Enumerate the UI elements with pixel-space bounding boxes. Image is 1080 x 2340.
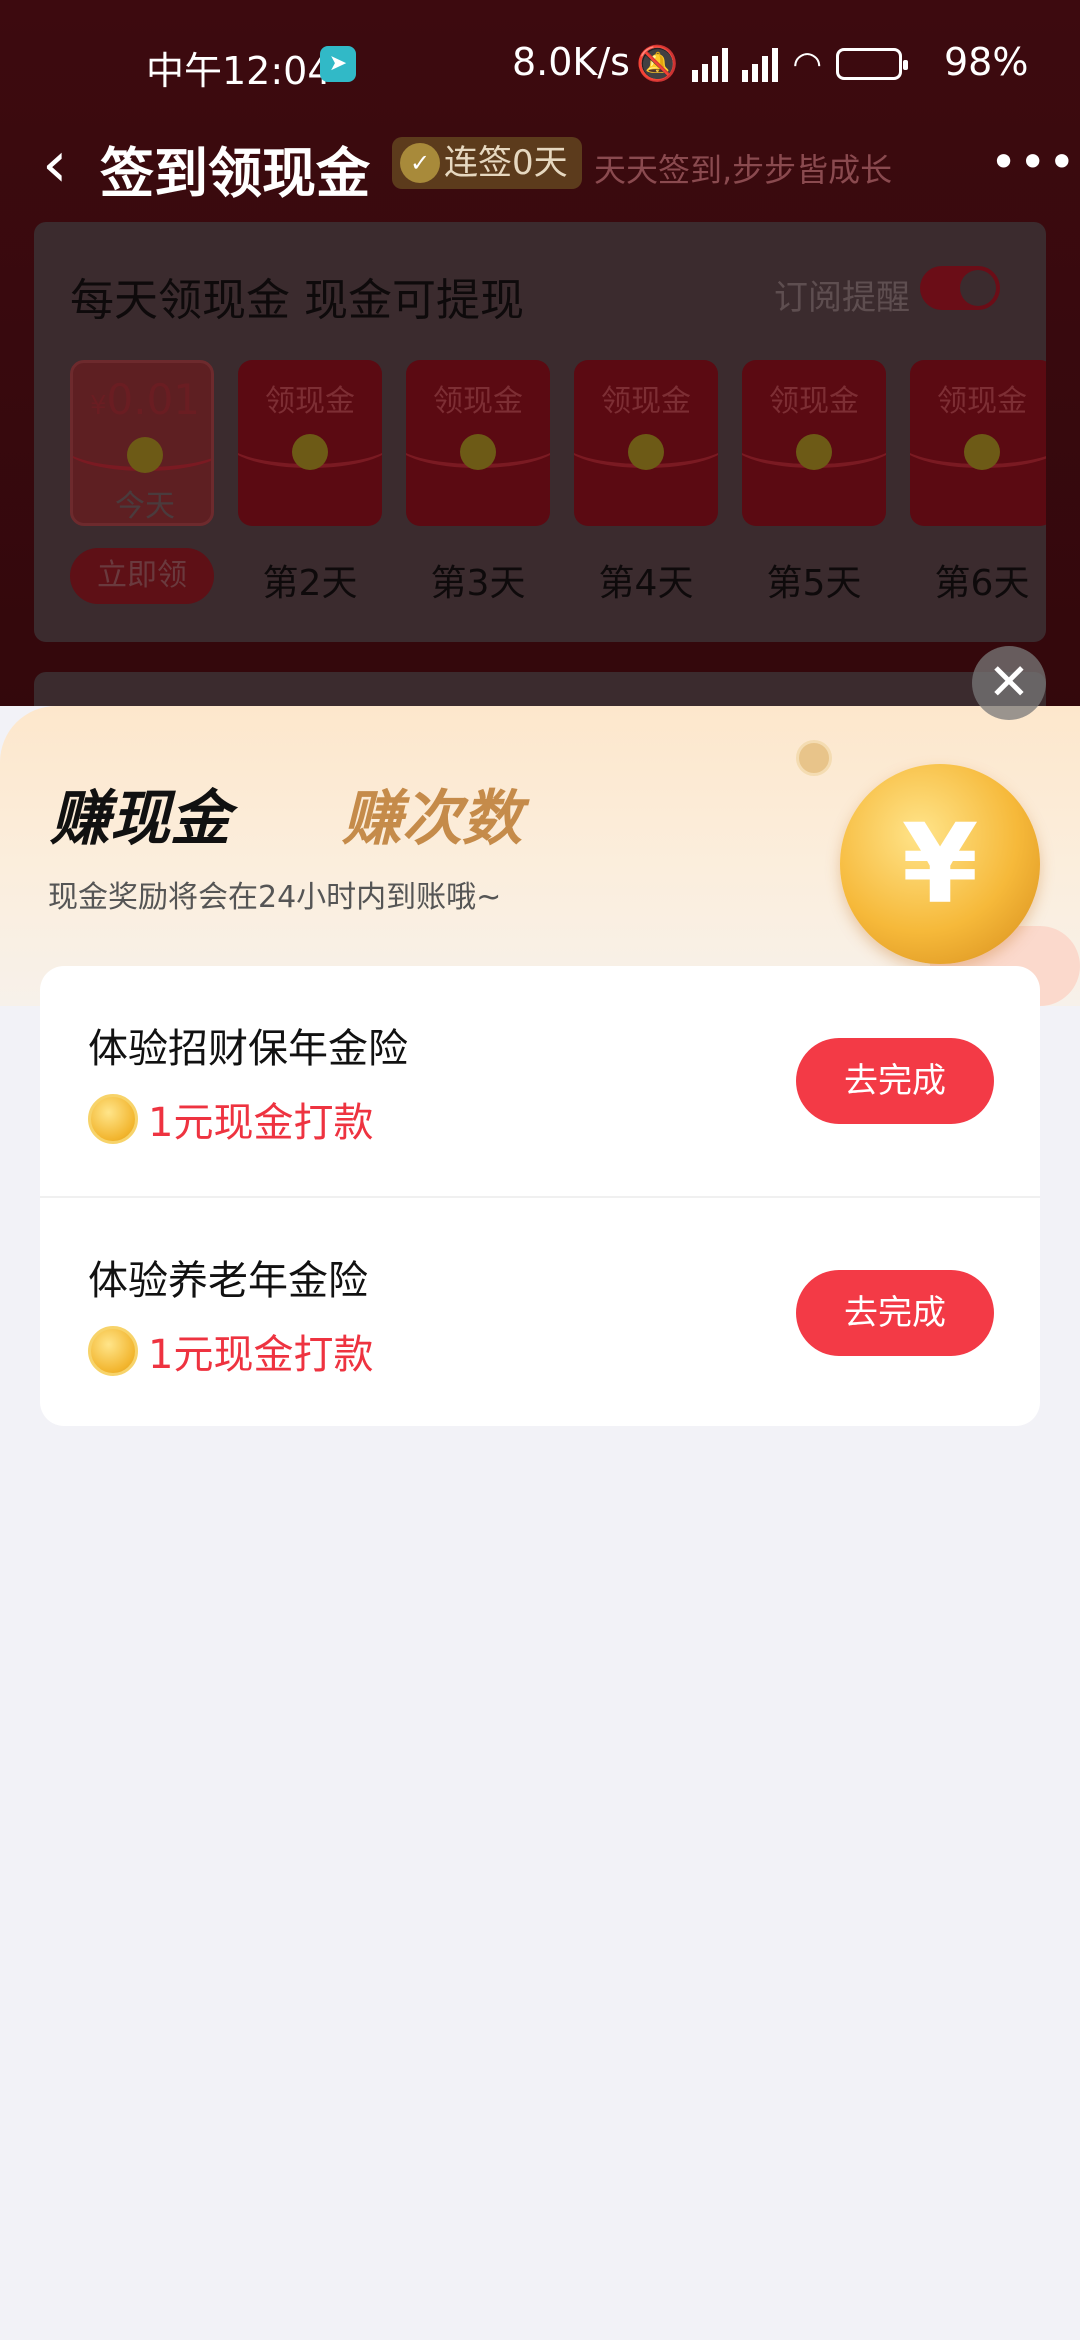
tab-earn-cash[interactable]: 赚现金 — [39, 770, 275, 857]
red-envelope: 领现金 — [238, 360, 382, 526]
signal-icon — [692, 46, 729, 82]
claim-button[interactable]: 立即领 — [70, 548, 214, 604]
status-time: 中午12:04 — [146, 49, 332, 93]
day-label: 第4天 — [598, 563, 694, 604]
streak-badge: ✓ 连签0天 — [392, 137, 582, 189]
task-sheet: ¥ 赚现金 赚次数 现金奖励将会在24小时内到账哦~ 体验招财保年金险 1元现金… — [0, 706, 1080, 2340]
task-name: 体验养老年金险 — [88, 1258, 368, 1304]
more-dots-icon[interactable]: ••• — [990, 135, 1077, 189]
streak-text: 连签0天 — [444, 143, 568, 183]
red-envelope: 领现金 — [910, 360, 1046, 526]
gold-coin-icon — [88, 1326, 138, 1376]
battery-percent: 98% — [944, 40, 1029, 84]
checkin-card: 每天领现金 现金可提现 订阅提醒 ¥0.01 今天 立即领 领现金 第2天 领现… — [34, 222, 1046, 642]
task-item: 体验招财保年金险 1元现金打款 去完成 — [40, 966, 1040, 1196]
red-envelope-today: ¥0.01 今天 — [70, 360, 214, 526]
sheet-description: 现金奖励将会在24小时内到账哦~ — [48, 880, 502, 915]
tab-earn-chances[interactable]: 赚次数 — [342, 770, 522, 857]
status-icons: 🔕 ◠ — [636, 44, 909, 84]
small-coin-icon — [796, 740, 832, 776]
day-item[interactable]: 领现金 第3天 — [406, 360, 550, 620]
task-name: 体验招财保年金险 — [88, 1026, 408, 1072]
gold-coin-icon — [88, 1094, 138, 1144]
task-reward: 1元现金打款 — [88, 1322, 373, 1380]
red-envelope: 领现金 — [742, 360, 886, 526]
check-badge-icon: ✓ — [400, 143, 440, 183]
network-speed: 8.0K/s — [512, 40, 630, 84]
day-label: 第2天 — [262, 563, 358, 604]
close-icon[interactable]: ✕ — [972, 646, 1046, 720]
location-icon: ➤ — [320, 46, 356, 82]
nav-bar: ‹ 签到领现金 ✓ 连签0天 天天签到,步步皆成长 ••• — [0, 125, 1080, 235]
sheet-header: ¥ 赚现金 赚次数 现金奖励将会在24小时内到账哦~ — [0, 706, 1080, 1006]
wifi-icon: ◠ — [792, 44, 823, 84]
day-label: 第3天 — [430, 563, 526, 604]
reward-text: 1元现金打款 — [148, 1332, 374, 1378]
background-page: 中午12:04 ➤ 8.0K/s 🔕 ◠ 98% ‹ 签到领现金 ✓ 连签0天 … — [0, 0, 1080, 720]
reward-text: 1元现金打款 — [148, 1100, 374, 1146]
battery-icon — [836, 48, 909, 80]
day-item[interactable]: 领现金 第2天 — [238, 360, 382, 620]
complete-button[interactable]: 去完成 — [796, 1270, 994, 1356]
day-item[interactable]: 领现金 第4天 — [574, 360, 718, 620]
today-text: 今天 — [115, 489, 175, 524]
nav-slogan: 天天签到,步步皆成长 — [594, 151, 893, 189]
red-envelope: 领现金 — [406, 360, 550, 526]
mute-bell-icon: 🔕 — [636, 44, 679, 84]
red-envelope: 领现金 — [574, 360, 718, 526]
complete-button[interactable]: 去完成 — [796, 1038, 994, 1124]
task-reward: 1元现金打款 — [88, 1090, 373, 1148]
day-item-today[interactable]: ¥0.01 今天 立即领 — [70, 360, 214, 620]
chevron-left-icon[interactable]: ‹ — [42, 133, 68, 197]
signal-icon-2 — [742, 46, 779, 82]
yuan-coin-icon: ¥ — [840, 764, 1040, 964]
task-item: 体验养老年金险 1元现金打款 去完成 — [40, 1196, 1040, 1426]
day-label: 第6天 — [934, 563, 1030, 604]
page-title: 签到领现金 — [100, 142, 370, 205]
reminder-label: 订阅提醒 — [774, 278, 910, 318]
day-item[interactable]: 领现金 第5天 — [742, 360, 886, 620]
today-amount: ¥0.01 — [89, 375, 201, 424]
day-label: 第5天 — [766, 563, 862, 604]
checkin-heading: 每天领现金 现金可提现 — [70, 275, 524, 326]
day-list: ¥0.01 今天 立即领 领现金 第2天 领现金 第3天 领现金 第4天 领现金… — [70, 360, 1046, 620]
day-item[interactable]: 领现金 第6天 — [910, 360, 1046, 620]
status-bar: 中午12:04 ➤ 8.0K/s 🔕 ◠ 98% — [0, 0, 1080, 125]
task-list: 体验招财保年金险 1元现金打款 去完成 体验养老年金险 1元现金打款 去完成 — [40, 966, 1040, 1426]
reminder-toggle[interactable] — [920, 266, 1000, 310]
